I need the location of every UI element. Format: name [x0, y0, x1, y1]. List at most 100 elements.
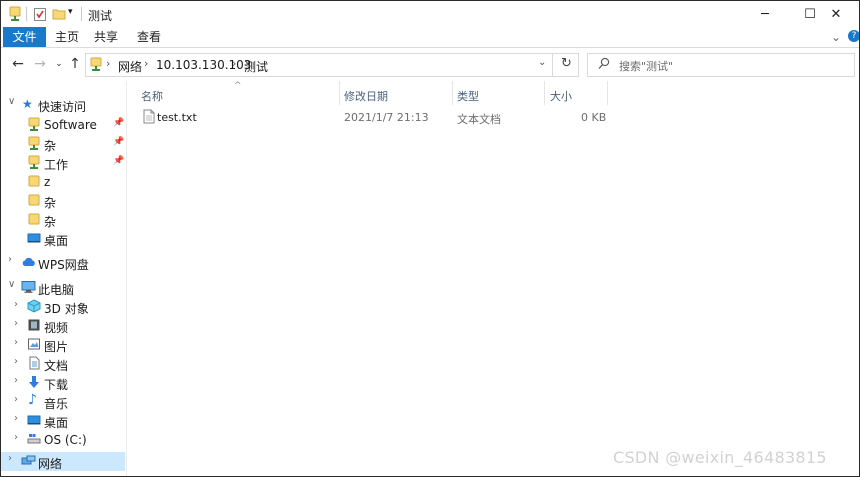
nav-item-music[interactable]: › ♪ 音乐 [1, 392, 125, 411]
nav-label: 文档 [44, 359, 69, 373]
folder-icon [28, 174, 40, 188]
nav-item-z[interactable]: z [1, 172, 125, 191]
nav-wps-drive[interactable]: › WPS网盘 [1, 253, 125, 272]
breadcrumb-folder[interactable]: 测试 [244, 58, 268, 75]
address-bar[interactable]: › 网络 › 10.103.130.103 › 测试 ⌄ ↻ [85, 53, 579, 77]
tab-home[interactable]: 主页 [50, 27, 84, 47]
column-header-type[interactable]: 类型 [457, 88, 479, 104]
column-divider[interactable] [452, 81, 453, 105]
tab-file[interactable]: 文件 [3, 27, 46, 47]
file-modified: 2021/1/7 21:13 [344, 111, 429, 124]
nav-item-documents[interactable]: › 文档 [1, 354, 125, 373]
nav-label: 3D 对象 [44, 302, 89, 316]
nav-item-pictures[interactable]: › 图片 [1, 335, 125, 354]
navigation-pane: ∨ ★ 快速访问 Software 📌 杂 📌 工作 📌 z 杂 杂 桌面 › … [1, 81, 127, 476]
column-divider[interactable] [607, 81, 608, 105]
nav-label: 桌面 [44, 416, 69, 430]
search-icon [598, 57, 610, 70]
column-header-size[interactable]: 大小 [550, 88, 572, 104]
nav-label: 此电脑 [38, 283, 75, 297]
column-header-modified[interactable]: 修改日期 [344, 88, 388, 104]
close-button[interactable]: ✕ [813, 1, 859, 27]
nav-label: WPS网盘 [38, 258, 89, 272]
nav-label: 音乐 [44, 397, 69, 411]
breadcrumb-network[interactable]: 网络 [118, 58, 142, 75]
network-icon [21, 455, 36, 467]
breadcrumb-separator-icon[interactable]: › [144, 57, 148, 70]
expand-ribbon-chevron-icon[interactable]: ⌄ [829, 27, 843, 47]
minimize-button[interactable]: ─ [742, 1, 788, 27]
search-input[interactable]: 搜索"测试" [619, 58, 673, 74]
folder-icon [28, 193, 40, 207]
folder-icon [28, 212, 40, 226]
video-icon [27, 318, 41, 332]
expand-chevron-icon[interactable]: › [14, 432, 18, 443]
network-folder-icon [90, 57, 102, 72]
nav-item-desktop-pc[interactable]: › 桌面 [1, 411, 125, 430]
pin-icon[interactable]: 📌 [113, 118, 124, 128]
expand-chevron-icon[interactable]: › [14, 299, 18, 310]
sort-ascending-icon: ^ [234, 81, 242, 91]
qa-separator [26, 7, 27, 21]
expand-chevron-icon[interactable]: › [14, 356, 18, 367]
up-arrow-icon[interactable]: ↑ [66, 55, 84, 73]
nav-item-3d-objects[interactable]: › 3D 对象 [1, 297, 125, 316]
nav-item-work[interactable]: 工作 📌 [1, 153, 125, 172]
back-arrow-icon[interactable]: ← [9, 55, 27, 73]
expand-chevron-icon[interactable]: › [14, 394, 18, 405]
search-box[interactable]: 搜索"测试" [587, 53, 855, 77]
nav-item-videos[interactable]: › 视频 [1, 316, 125, 335]
expand-chevron-icon[interactable]: › [14, 337, 18, 348]
forward-arrow-icon[interactable]: → [31, 55, 49, 73]
address-dropdown-icon[interactable]: ⌄ [538, 57, 546, 68]
breadcrumb-separator-icon[interactable]: › [106, 57, 110, 70]
nav-item-za-1[interactable]: 杂 📌 [1, 134, 125, 153]
cloud-icon [21, 256, 36, 268]
expand-chevron-icon[interactable]: › [8, 254, 12, 265]
pin-icon[interactable]: 📌 [113, 137, 124, 147]
nav-item-os-drive[interactable]: › OS (C:) [1, 430, 125, 449]
nav-item-downloads[interactable]: › 下载 [1, 373, 125, 392]
nav-label: z [44, 175, 51, 189]
expand-chevron-icon[interactable]: › [14, 318, 18, 329]
file-name[interactable]: test.txt [157, 111, 197, 124]
expand-chevron-icon[interactable]: › [14, 413, 18, 424]
breadcrumb-host[interactable]: 10.103.130.103 [156, 58, 251, 72]
collapse-chevron-icon[interactable]: ∨ [8, 96, 15, 107]
column-divider[interactable] [339, 81, 340, 105]
customize-qa-icon[interactable]: ▾ [68, 7, 73, 23]
drive-icon [27, 432, 41, 446]
picture-icon [27, 337, 41, 351]
ribbon-tabs: 文件 主页 共享 查看 ⌄ ? [1, 27, 859, 48]
column-header-name[interactable]: 名称 [141, 88, 163, 104]
music-note-icon: ♪ [28, 392, 37, 408]
nav-network[interactable]: › 网络 [1, 452, 125, 471]
file-row[interactable]: test.txt 2021/1/7 21:13 文本文档 0 KB [135, 107, 607, 127]
nav-quick-access[interactable]: ∨ ★ 快速访问 [1, 95, 125, 114]
nav-item-za-3[interactable]: 杂 [1, 210, 125, 229]
folder-network-icon [8, 6, 22, 22]
desktop-icon [27, 231, 41, 245]
new-folder-icon[interactable] [52, 6, 66, 22]
nav-label: 下载 [44, 378, 69, 392]
properties-icon[interactable] [33, 6, 47, 22]
text-file-icon [143, 109, 155, 124]
pin-icon[interactable]: 📌 [113, 156, 124, 166]
help-icon[interactable]: ? [848, 30, 859, 42]
collapse-chevron-icon[interactable]: ∨ [8, 279, 15, 290]
tab-share[interactable]: 共享 [89, 27, 123, 47]
tab-view[interactable]: 查看 [132, 27, 166, 47]
window-title: 测试 [88, 9, 113, 23]
explorer-window: ▾ 测试 ─ ☐ ✕ 文件 主页 共享 查看 ⌄ ? ← → ⌄ ↑ › 网络 … [0, 0, 860, 477]
address-divider [552, 54, 553, 76]
nav-item-software[interactable]: Software 📌 [1, 115, 125, 134]
nav-item-za-2[interactable]: 杂 [1, 191, 125, 210]
column-divider[interactable] [544, 81, 545, 105]
expand-chevron-icon[interactable]: › [14, 375, 18, 386]
expand-chevron-icon[interactable]: › [8, 453, 12, 464]
nav-label: 杂 [44, 139, 57, 153]
nav-this-pc[interactable]: ∨ 此电脑 [1, 278, 125, 297]
nav-item-desktop[interactable]: 桌面 [1, 229, 125, 248]
refresh-icon[interactable]: ↻ [561, 56, 572, 71]
breadcrumb-separator-icon[interactable]: › [232, 57, 236, 70]
